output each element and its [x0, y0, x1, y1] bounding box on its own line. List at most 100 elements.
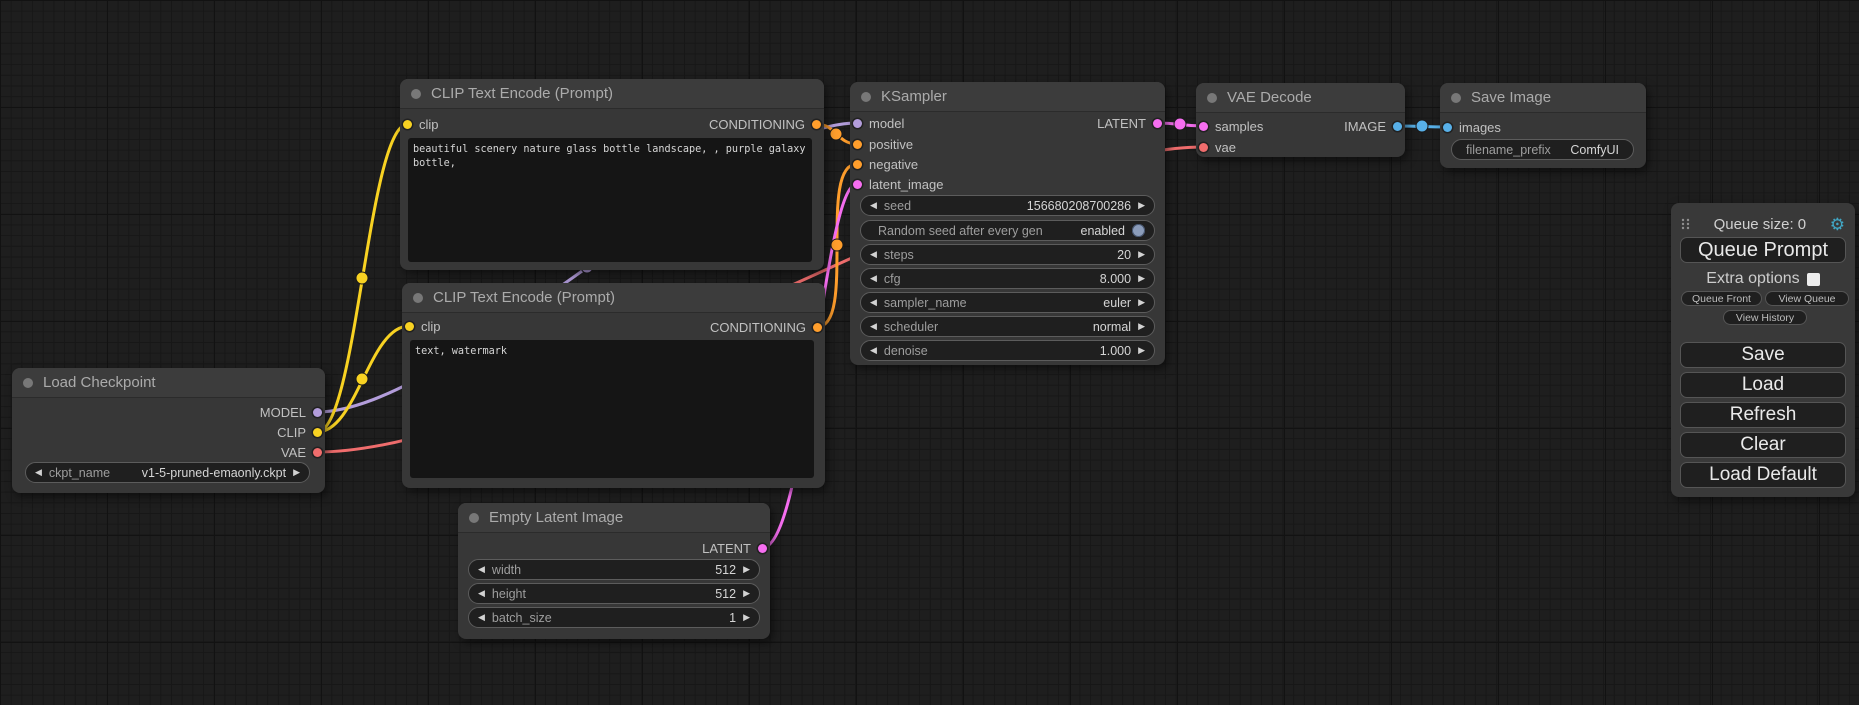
- node-title: CLIP Text Encode (Prompt): [431, 85, 613, 102]
- node-titlebar[interactable]: CLIP Text Encode (Prompt): [402, 283, 825, 313]
- increment-arrow-icon[interactable]: ▶: [743, 565, 750, 574]
- node-title: VAE Decode: [1227, 89, 1312, 106]
- latent-port-icon[interactable]: [758, 544, 767, 553]
- queue-prompt-button[interactable]: Queue Prompt: [1680, 237, 1846, 263]
- load-default-button[interactable]: Load Default: [1680, 462, 1846, 488]
- decrement-arrow-icon[interactable]: ◀: [870, 201, 877, 210]
- sampler-name-widget[interactable]: ◀ sampler_name euler ▶: [860, 292, 1155, 313]
- node-titlebar[interactable]: CLIP Text Encode (Prompt): [400, 79, 824, 109]
- filename-prefix-widget[interactable]: filename_prefix ComfyUI: [1451, 139, 1634, 160]
- node-save-image[interactable]: Save Image images filename_prefix ComfyU…: [1440, 83, 1646, 168]
- input-clip: clip: [405, 316, 441, 336]
- node-ksampler[interactable]: KSampler model positive negative latent_…: [850, 82, 1165, 365]
- node-empty-latent-image[interactable]: Empty Latent Image LATENT ◀ width 512 ▶ …: [458, 503, 770, 639]
- latent-port-icon[interactable]: [1199, 122, 1208, 131]
- batch-size-widget[interactable]: ◀ batch_size 1 ▶: [468, 607, 760, 628]
- vae-port-icon[interactable]: [313, 448, 322, 457]
- node-titlebar[interactable]: KSampler: [850, 82, 1165, 112]
- output-model: MODEL: [260, 402, 322, 422]
- cfg-widget[interactable]: ◀ cfg 8.000 ▶: [860, 268, 1155, 289]
- height-widget[interactable]: ◀ height 512 ▶: [468, 583, 760, 604]
- node-titlebar[interactable]: Save Image: [1440, 83, 1646, 113]
- increment-arrow-icon[interactable]: ▶: [1138, 274, 1145, 283]
- widget-value: 1.000: [1100, 344, 1131, 358]
- input-samples: samples: [1199, 116, 1263, 136]
- drag-handle-icon[interactable]: [1681, 217, 1690, 231]
- steps-widget[interactable]: ◀ steps 20 ▶: [860, 244, 1155, 265]
- extra-options-checkbox[interactable]: [1807, 273, 1820, 286]
- node-vae-decode[interactable]: VAE Decode samples vae IMAGE: [1196, 83, 1405, 157]
- refresh-button[interactable]: Refresh: [1680, 402, 1846, 428]
- load-button[interactable]: Load: [1680, 372, 1846, 398]
- node-load-checkpoint[interactable]: Load Checkpoint MODEL CLIP VAE ◀ ckpt_na…: [12, 368, 325, 493]
- settings-gear-icon[interactable]: ⚙: [1830, 216, 1845, 233]
- increment-arrow-icon[interactable]: ▶: [293, 468, 300, 477]
- decrement-arrow-icon[interactable]: ◀: [478, 613, 485, 622]
- node-title: Save Image: [1471, 89, 1551, 106]
- image-port-icon[interactable]: [1443, 123, 1452, 132]
- random-seed-widget[interactable]: Random seed after every gen enabled: [860, 220, 1155, 241]
- conditioning-port-icon[interactable]: [853, 140, 862, 149]
- link-dot: [356, 272, 368, 284]
- link-dot: [1416, 120, 1428, 132]
- vae-port-icon[interactable]: [1199, 143, 1208, 152]
- output-conditioning: CONDITIONING: [709, 114, 821, 134]
- increment-arrow-icon[interactable]: ▶: [1138, 322, 1145, 331]
- node-graph-canvas[interactable]: Load Checkpoint MODEL CLIP VAE ◀ ckpt_na…: [0, 0, 1859, 705]
- toggle-icon[interactable]: [1132, 224, 1145, 237]
- seed-widget[interactable]: ◀ seed 156680208700286 ▶: [860, 195, 1155, 216]
- widget-value: 156680208700286: [1027, 199, 1131, 213]
- denoise-widget[interactable]: ◀ denoise 1.000 ▶: [860, 340, 1155, 361]
- input-vae: vae: [1199, 137, 1236, 157]
- queue-front-button[interactable]: Queue Front: [1681, 291, 1762, 306]
- node-title: Load Checkpoint: [43, 374, 156, 391]
- node-title: Empty Latent Image: [489, 509, 623, 526]
- conditioning-port-icon[interactable]: [812, 120, 821, 129]
- ckpt-name-widget[interactable]: ◀ ckpt_name v1-5-pruned-emaonly.ckpt ▶: [25, 462, 310, 483]
- decrement-arrow-icon[interactable]: ◀: [870, 274, 877, 283]
- conditioning-port-icon[interactable]: [813, 323, 822, 332]
- conditioning-port-icon[interactable]: [853, 160, 862, 169]
- latent-port-icon[interactable]: [853, 180, 862, 189]
- clip-port-icon[interactable]: [405, 322, 414, 331]
- node-titlebar[interactable]: Load Checkpoint: [12, 368, 325, 398]
- decrement-arrow-icon[interactable]: ◀: [870, 250, 877, 259]
- input-clip: clip: [403, 114, 439, 134]
- decrement-arrow-icon[interactable]: ◀: [870, 322, 877, 331]
- width-widget[interactable]: ◀ width 512 ▶: [468, 559, 760, 580]
- scheduler-widget[interactable]: ◀ scheduler normal ▶: [860, 316, 1155, 337]
- increment-arrow-icon[interactable]: ▶: [743, 589, 750, 598]
- clip-port-icon[interactable]: [403, 120, 412, 129]
- prompt-textarea[interactable]: text, watermark: [410, 340, 814, 478]
- image-port-icon[interactable]: [1393, 122, 1402, 131]
- node-clip-text-encode-positive[interactable]: CLIP Text Encode (Prompt) clip CONDITION…: [400, 79, 824, 270]
- model-port-icon[interactable]: [853, 119, 862, 128]
- node-clip-text-encode-negative[interactable]: CLIP Text Encode (Prompt) clip CONDITION…: [402, 283, 825, 488]
- node-titlebar[interactable]: VAE Decode: [1196, 83, 1405, 113]
- widget-value: v1-5-pruned-emaonly.ckpt: [142, 466, 286, 480]
- increment-arrow-icon[interactable]: ▶: [1138, 201, 1145, 210]
- node-titlebar[interactable]: Empty Latent Image: [458, 503, 770, 533]
- decrement-arrow-icon[interactable]: ◀: [35, 468, 42, 477]
- save-button[interactable]: Save: [1680, 342, 1846, 368]
- input-model: model: [853, 113, 904, 133]
- clip-port-icon[interactable]: [313, 428, 322, 437]
- decrement-arrow-icon[interactable]: ◀: [870, 346, 877, 355]
- model-port-icon[interactable]: [313, 408, 322, 417]
- view-queue-button[interactable]: View Queue: [1765, 291, 1849, 306]
- decrement-arrow-icon[interactable]: ◀: [478, 589, 485, 598]
- clear-button[interactable]: Clear: [1680, 432, 1846, 458]
- increment-arrow-icon[interactable]: ▶: [1138, 298, 1145, 307]
- input-positive: positive: [853, 134, 913, 154]
- decrement-arrow-icon[interactable]: ◀: [870, 298, 877, 307]
- decrement-arrow-icon[interactable]: ◀: [478, 565, 485, 574]
- increment-arrow-icon[interactable]: ▶: [1138, 250, 1145, 259]
- extra-options-label: Extra options: [1706, 270, 1799, 288]
- increment-arrow-icon[interactable]: ▶: [1138, 346, 1145, 355]
- view-history-button[interactable]: View History: [1723, 310, 1807, 325]
- latent-port-icon[interactable]: [1153, 119, 1162, 128]
- queue-menu-header: Queue size: 0 ⚙: [1671, 211, 1855, 237]
- increment-arrow-icon[interactable]: ▶: [743, 613, 750, 622]
- prompt-textarea[interactable]: beautiful scenery nature glass bottle la…: [408, 138, 812, 262]
- queue-size-label: Queue size: 0: [1690, 216, 1830, 233]
